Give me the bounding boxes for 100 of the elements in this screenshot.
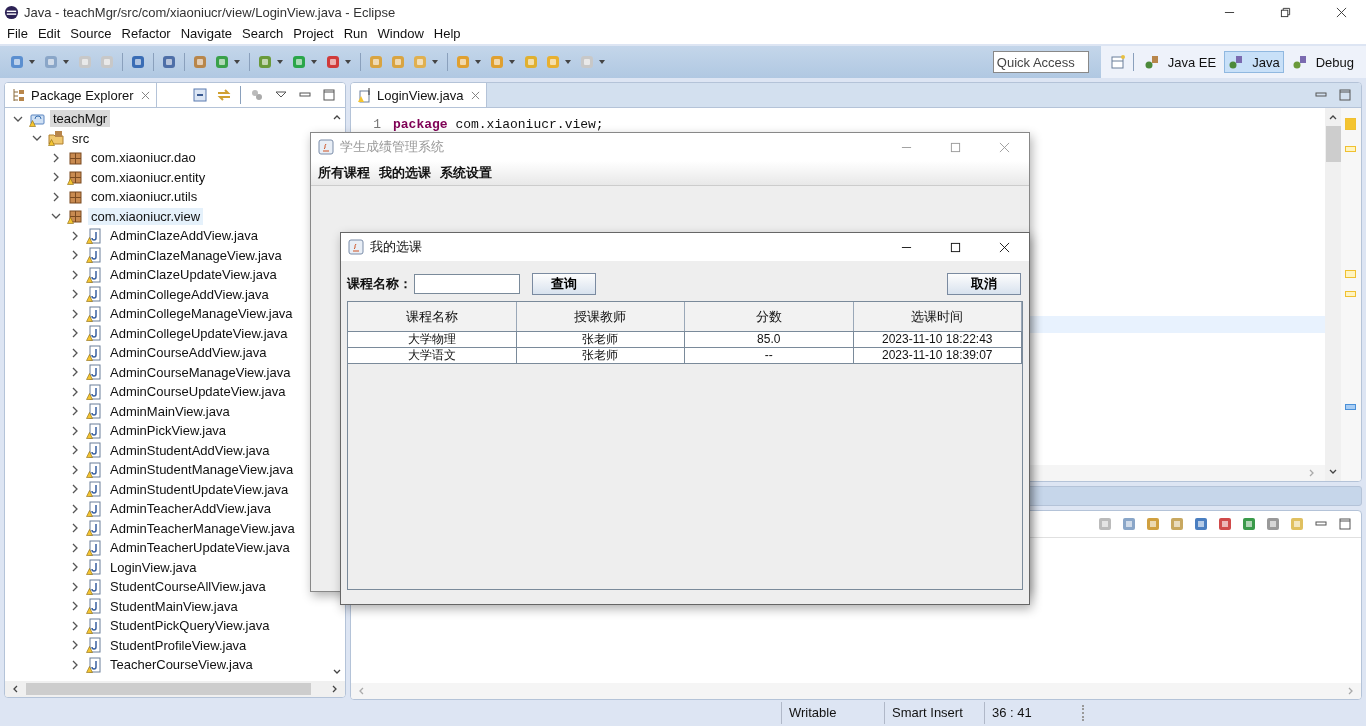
collapse-all-icon[interactable] [192, 87, 208, 103]
tree-item[interactable]: AdminStudentAddView.java [107, 441, 273, 459]
dropdown-icon[interactable] [431, 58, 439, 66]
perspective-button[interactable]: Java EE [1139, 51, 1221, 73]
package-explorer-tab[interactable]: Package Explorer [5, 83, 157, 107]
tree-item[interactable]: AdminClazeUpdateView.java [107, 266, 280, 284]
menu-item[interactable]: Window [372, 25, 429, 43]
dropdown-icon[interactable] [233, 58, 241, 66]
menu-item[interactable]: 系统设置 [439, 164, 493, 182]
dropdown-icon[interactable] [344, 58, 352, 66]
chevron-icon[interactable] [70, 601, 80, 612]
menu-item[interactable]: Run [338, 25, 373, 43]
dropdown-icon[interactable] [276, 58, 284, 66]
tree-item[interactable]: AdminCollegeUpdateView.java [107, 324, 291, 342]
tree-item[interactable]: AdminStudentManageView.java [107, 461, 297, 479]
column-header[interactable]: 课程名称 [348, 302, 517, 331]
chevron-icon[interactable] [70, 308, 80, 319]
tree-item[interactable]: AdminTeacherUpdateView.java [107, 539, 293, 557]
menu-item[interactable]: Navigate [175, 25, 237, 43]
column-header[interactable]: 授课教师 [516, 302, 685, 331]
menu-item[interactable]: Refactor [116, 25, 176, 43]
tree-item[interactable]: AdminStudentUpdateView.java [107, 480, 292, 498]
chevron-icon[interactable] [70, 659, 80, 670]
chevron-icon[interactable] [70, 445, 80, 456]
tree-item[interactable]: AdminMainView.java [107, 402, 233, 420]
tree-item[interactable]: com.xiaoniucr.view [88, 207, 204, 225]
chevron-icon[interactable] [70, 581, 80, 592]
tree-item[interactable]: AdminTeacherAddView.java [107, 500, 274, 518]
chevron-icon[interactable] [51, 172, 61, 183]
editor-tab[interactable]: LoginView.java [351, 83, 487, 107]
close-icon[interactable] [1336, 6, 1347, 18]
tree-item[interactable]: AdminClazeAddView.java [107, 227, 261, 245]
tree-item[interactable]: AdminTeacherManageView.java [107, 519, 298, 537]
tree-item[interactable]: AdminCollegeAddView.java [107, 285, 272, 303]
menu-item[interactable]: Project [288, 25, 339, 43]
menu-item[interactable]: 我的选课 [378, 164, 432, 182]
dropdown-icon[interactable] [28, 58, 36, 66]
chevron-icon[interactable] [70, 406, 80, 417]
perspective-button[interactable]: Java [1224, 51, 1284, 73]
column-header[interactable]: 选课时间 [853, 302, 1022, 331]
menu-item[interactable]: Source [65, 25, 117, 43]
chevron-icon[interactable] [51, 191, 61, 202]
tree-item[interactable]: AdminCourseManageView.java [107, 363, 294, 381]
tree-item[interactable]: com.xiaoniucr.utils [88, 188, 201, 206]
menu-item[interactable]: Help [428, 25, 466, 43]
dropdown-icon[interactable] [508, 58, 516, 66]
restore-icon[interactable] [1280, 6, 1291, 18]
dropdown-icon[interactable] [564, 58, 572, 66]
tree-item[interactable]: com.xiaoniucr.entity [88, 168, 209, 186]
cancel-button[interactable]: 取消 [947, 273, 1021, 295]
chevron-icon[interactable] [70, 640, 80, 651]
tree-item[interactable]: AdminClazeManageView.java [107, 246, 285, 264]
tree-item[interactable]: AdminCollegeManageView.java [107, 305, 296, 323]
scrollbar-thumb[interactable] [1325, 126, 1341, 162]
dropdown-icon[interactable] [598, 58, 606, 66]
column-header[interactable]: 分数 [685, 302, 854, 331]
dropdown-icon[interactable] [474, 58, 482, 66]
tree-item[interactable]: StudentProfileView.java [107, 636, 250, 654]
chevron-icon[interactable] [70, 250, 80, 261]
tree-item[interactable]: StudentCourseAllView.java [107, 578, 269, 596]
menu-item[interactable]: Edit [32, 25, 66, 43]
tree-item[interactable]: TeacherCourseView.java [107, 656, 256, 674]
tree-item[interactable]: AdminCourseAddView.java [107, 344, 270, 362]
perspective-button[interactable]: Debug [1287, 51, 1358, 73]
chevron-icon[interactable] [70, 620, 80, 631]
quick-access-field[interactable]: Quick Access [992, 51, 1089, 73]
scrollbar-thumb[interactable] [26, 683, 311, 695]
menu-item[interactable]: Search [237, 25, 289, 43]
open-perspective-icon[interactable] [1109, 54, 1126, 70]
course-name-field[interactable] [414, 274, 520, 294]
chevron-icon[interactable] [70, 484, 80, 495]
chevron-icon[interactable] [70, 386, 80, 397]
chevron-icon[interactable] [51, 152, 61, 163]
tree-item[interactable]: LoginView.java [107, 558, 200, 576]
chevron-icon[interactable] [70, 542, 80, 553]
chevron-icon[interactable] [70, 347, 80, 358]
chevron-icon[interactable] [70, 367, 80, 378]
chevron-icon[interactable] [70, 503, 80, 514]
chevron-icon[interactable] [70, 464, 80, 475]
dropdown-icon[interactable] [62, 58, 70, 66]
menu-item[interactable]: File [2, 25, 33, 43]
chevron-icon[interactable] [70, 328, 80, 339]
chevron-icon[interactable] [70, 269, 80, 280]
chevron-icon[interactable] [70, 562, 80, 573]
query-button[interactable]: 查询 [532, 273, 596, 295]
tree-item[interactable]: src [69, 129, 93, 147]
menu-item[interactable]: 所有课程 [317, 164, 371, 182]
maximize-icon[interactable] [950, 241, 961, 253]
chevron-icon[interactable] [70, 523, 80, 534]
tree-item[interactable]: StudentMainView.java [107, 597, 241, 615]
chevron-icon[interactable] [70, 230, 80, 241]
chevron-icon[interactable] [70, 289, 80, 300]
tree-item[interactable]: AdminPickView.java [107, 422, 230, 440]
tree-item[interactable]: StudentPickQueryView.java [107, 617, 273, 635]
tree-item[interactable]: com.xiaoniucr.dao [88, 149, 199, 167]
tree-item[interactable]: AdminCourseUpdateView.java [107, 383, 289, 401]
dropdown-icon[interactable] [310, 58, 318, 66]
chevron-icon[interactable] [70, 425, 80, 436]
tree-item[interactable]: teachMgr [50, 110, 111, 128]
close-icon[interactable] [999, 241, 1010, 253]
